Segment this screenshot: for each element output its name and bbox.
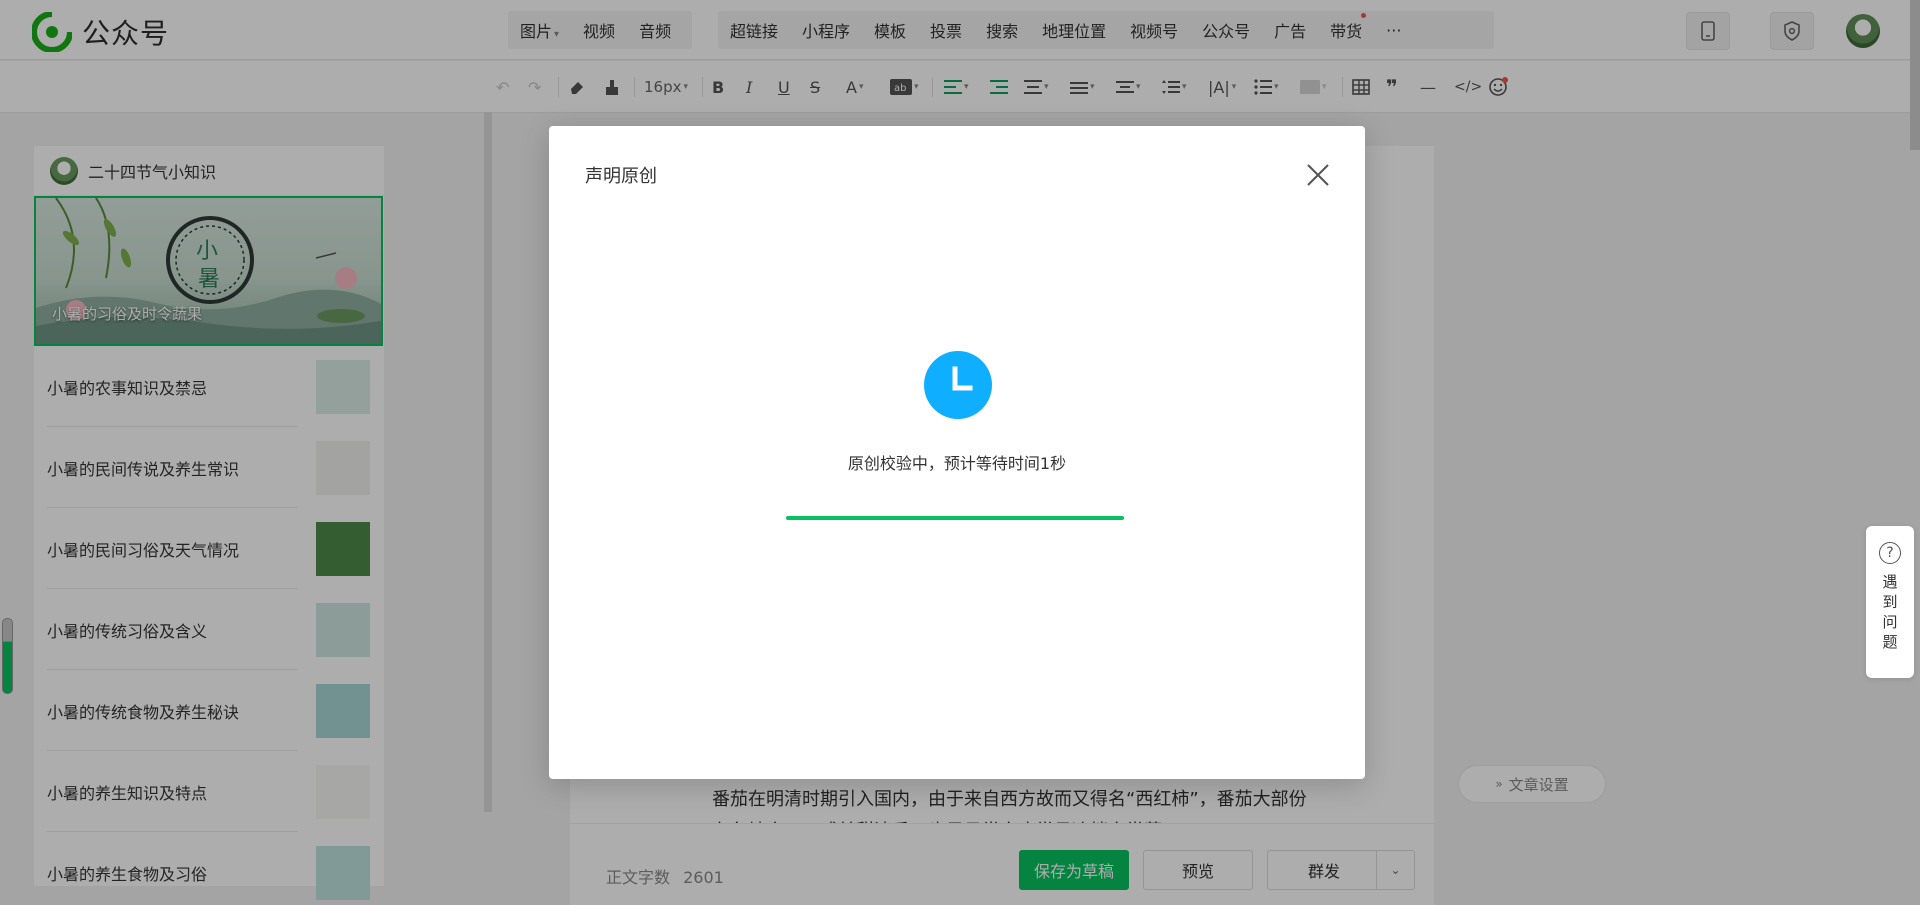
help-label: 遇到问题 <box>1882 573 1898 651</box>
verification-progress-bar <box>786 516 1124 520</box>
verification-progress-fill <box>786 516 1124 520</box>
help-widget[interactable]: ? 遇到问题 <box>1866 526 1914 678</box>
close-icon[interactable] <box>1305 162 1331 188</box>
clock-icon <box>924 351 992 419</box>
question-icon: ? <box>1879 542 1901 564</box>
dialog-title: 声明原创 <box>585 166 657 187</box>
verification-status-text: 原创校验中，预计等待时间1秒 <box>847 454 1067 473</box>
declare-original-dialog: 声明原创 原创校验中，预计等待时间1秒 <box>549 126 1365 779</box>
